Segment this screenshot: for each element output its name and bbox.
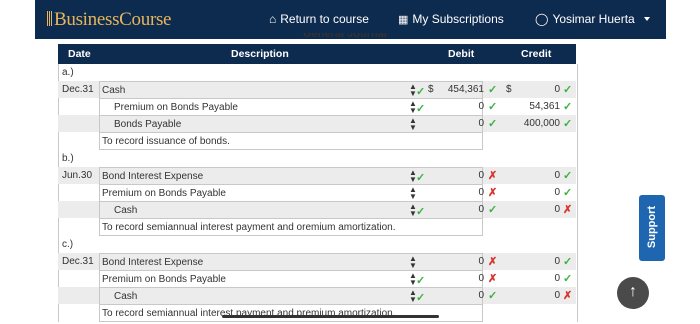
logo[interactable]: BusinessCourse (47, 9, 172, 31)
credit-input[interactable]: 0 (498, 204, 560, 215)
journal-note-row: To record issuance of bonds. (58, 132, 576, 150)
section-label: c.) (62, 239, 74, 250)
journal-row: Jun.30 Bond Interest Expense ▲ ▼ ✓ 0 ✗ 0 ✓ (58, 167, 576, 185)
debit-input[interactable]: 0 (418, 170, 484, 181)
note-input[interactable]: To record issuance of bonds. (99, 132, 483, 150)
debit-input[interactable]: 0 (418, 118, 484, 129)
user-menu[interactable]: ◯ Yosimar Huerta (535, 12, 635, 26)
logo-text: BusinessCourse (54, 9, 172, 30)
account-name: Cash (102, 85, 126, 96)
account-name: Cash (114, 205, 138, 216)
return-to-course-link[interactable]: ⌂ Return to course (269, 12, 369, 26)
description-column-header: Description (231, 48, 289, 60)
note-input[interactable]: To record semiannual interest payment an… (99, 218, 483, 236)
account-name: Premium on Bonds Payable (102, 274, 226, 285)
credit-column-header: Credit (521, 48, 552, 60)
return-to-course-label: Return to course (280, 12, 369, 26)
chevron-down-icon[interactable] (644, 17, 650, 21)
check-icon: ✓ (563, 84, 573, 96)
journal-title: General Journal (303, 33, 387, 40)
debit-input[interactable]: 454,361 (418, 84, 484, 95)
check-icon: ✓ (563, 273, 573, 285)
check-icon: ✓ (488, 84, 498, 96)
account-name: Premium on Bonds Payable (114, 102, 238, 113)
credit-input[interactable]: 0 (498, 273, 560, 284)
arrow-up-icon: ↑ (629, 283, 637, 300)
account-name: Cash (114, 291, 138, 302)
account-name: Premium on Bonds Payable (102, 188, 226, 199)
entry-date: Dec.31 (62, 256, 94, 267)
check-icon: ✓ (563, 170, 573, 182)
journal-row: Premium on Bonds Payable ▲ ▼ ✓ 0 ✓ 54,361 ✓ (58, 98, 576, 116)
cross-icon: ✗ (488, 187, 498, 199)
logo-mark-icon (47, 11, 52, 26)
cross-icon: ✗ (488, 256, 498, 268)
date-column-header: Date (68, 48, 91, 60)
entry-note: To record semiannual interest payment an… (102, 222, 396, 233)
credit-input[interactable]: 0 (498, 290, 560, 301)
journal-row: Cash ▲ ▼ ✓ 0 ✓ 0 ✗ (58, 201, 576, 219)
journal-note-row: To record semiannual interest payment an… (58, 218, 576, 236)
cross-icon: ✗ (563, 204, 573, 216)
check-icon: ✓ (563, 187, 573, 199)
credit-input[interactable]: 400,000 (498, 118, 560, 129)
debit-input[interactable]: 0 (418, 290, 484, 301)
journal-row: Bonds Payable ▲ ▼ 0 ✓ 400,000 ✓ (58, 115, 576, 133)
journal-note-row: To record semiannual interest payment an… (58, 304, 576, 322)
check-icon: ✓ (488, 118, 498, 130)
journal-row: Premium on Bonds Payable ▲ ▼ 0 ✗ 0 ✓ (58, 184, 576, 202)
support-button[interactable]: Support (639, 195, 665, 261)
journal-row: Dec.31 Cash ▲ ▼ ✓ $ $454,361 ✓ 0 ✓ (58, 81, 576, 99)
account-name: Bond Interest Expense (102, 171, 204, 182)
support-label: Support (646, 205, 658, 249)
my-subscriptions-label: My Subscriptions (412, 12, 504, 26)
cross-icon: ✗ (488, 273, 498, 285)
section-label: a.) (62, 67, 74, 78)
journal-row: Dec.31 Bond Interest Expense ▲ ▼ 0 ✗ 0 ✓ (58, 253, 576, 271)
select-arrows-icon: ▲ ▼ (409, 116, 417, 132)
check-icon: ✓ (563, 118, 573, 130)
debit-input[interactable]: 0 (418, 256, 484, 267)
debit-input[interactable]: 0 (418, 273, 484, 284)
note-input[interactable]: To record semiannual interest payment an… (99, 304, 483, 322)
cross-icon: ✗ (563, 290, 573, 302)
check-icon: ✓ (563, 256, 573, 268)
entry-note: To record issuance of bonds. (102, 136, 230, 147)
credit-input[interactable]: 0 (498, 170, 560, 181)
check-icon: ✓ (563, 101, 573, 113)
grid-icon: ▦ (398, 14, 409, 26)
check-icon: ✓ (488, 290, 498, 302)
debit-column-header: Debit (448, 48, 475, 60)
credit-input[interactable]: 54,361 (498, 101, 560, 112)
home-icon: ⌂ (269, 12, 277, 26)
journal-row: Cash ▲ ▼ ✓ 0 ✓ 0 ✗ (58, 287, 576, 305)
credit-input[interactable]: 0 (498, 256, 560, 267)
journal-header: Date Description Debit Credit (58, 44, 576, 64)
journal-row: Premium on Bonds Payable ▲ ▼ ✓ 0 ✗ 0 ✓ (58, 270, 576, 288)
select-arrows-icon: ▲ ▼ (409, 254, 417, 270)
horizontal-scrollbar[interactable] (222, 315, 439, 318)
user-icon: ◯ (535, 12, 549, 26)
debit-input[interactable]: 0 (418, 204, 484, 215)
account-name: Bonds Payable (114, 119, 182, 130)
credit-input[interactable]: 0 (498, 187, 560, 198)
check-icon: ✓ (488, 204, 498, 216)
my-subscriptions-link[interactable]: ▦ My Subscriptions (398, 12, 504, 26)
select-arrows-icon: ▲ ▼ (409, 185, 417, 201)
check-icon: ✓ (488, 101, 498, 113)
cross-icon: ✗ (488, 170, 498, 182)
entry-date: Dec.31 (62, 84, 94, 95)
debit-input[interactable]: 0 (418, 101, 484, 112)
credit-input[interactable]: 0 (498, 84, 560, 95)
section-label: b.) (62, 153, 74, 164)
scroll-to-top-button[interactable]: ↑ (617, 277, 649, 309)
entry-date: Jun.30 (62, 170, 93, 181)
debit-input[interactable]: 0 (418, 187, 484, 198)
account-name: Bond Interest Expense (102, 257, 204, 268)
user-name: Yosimar Huerta (552, 12, 635, 26)
